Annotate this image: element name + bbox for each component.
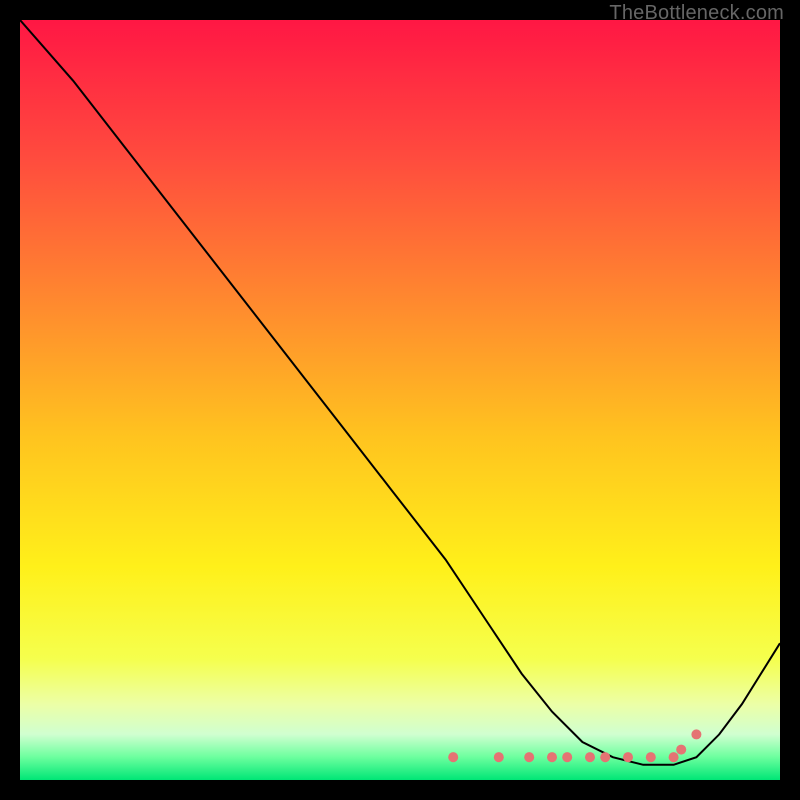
- marker-point: [524, 752, 534, 762]
- marker-point: [676, 745, 686, 755]
- chart-frame: TheBottleneck.com: [0, 0, 800, 800]
- marker-point: [623, 752, 633, 762]
- bottleneck-chart: [20, 20, 780, 780]
- marker-point: [448, 752, 458, 762]
- marker-point: [494, 752, 504, 762]
- marker-point: [547, 752, 557, 762]
- marker-point: [646, 752, 656, 762]
- marker-point: [669, 752, 679, 762]
- gradient-background: [20, 20, 780, 780]
- marker-point: [562, 752, 572, 762]
- marker-point: [691, 729, 701, 739]
- marker-point: [600, 752, 610, 762]
- marker-point: [585, 752, 595, 762]
